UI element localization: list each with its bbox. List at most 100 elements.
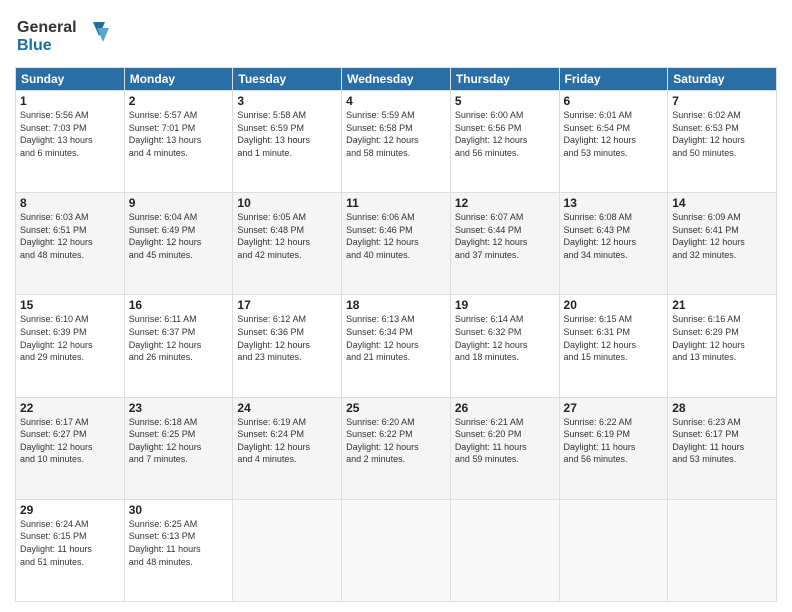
week-row-5: 29Sunrise: 6:24 AM Sunset: 6:15 PM Dayli…: [16, 499, 777, 601]
day-number: 19: [455, 298, 555, 312]
calendar-cell: 25Sunrise: 6:20 AM Sunset: 6:22 PM Dayli…: [342, 397, 451, 499]
day-number: 10: [237, 196, 337, 210]
day-number: 25: [346, 401, 446, 415]
calendar-cell: 20Sunrise: 6:15 AM Sunset: 6:31 PM Dayli…: [559, 295, 668, 397]
day-info: Sunrise: 5:57 AM Sunset: 7:01 PM Dayligh…: [129, 109, 229, 159]
day-info: Sunrise: 6:20 AM Sunset: 6:22 PM Dayligh…: [346, 416, 446, 466]
day-number: 12: [455, 196, 555, 210]
col-tuesday: Tuesday: [233, 68, 342, 91]
day-info: Sunrise: 6:15 AM Sunset: 6:31 PM Dayligh…: [564, 313, 664, 363]
calendar-cell: 18Sunrise: 6:13 AM Sunset: 6:34 PM Dayli…: [342, 295, 451, 397]
calendar-cell: 24Sunrise: 6:19 AM Sunset: 6:24 PM Dayli…: [233, 397, 342, 499]
day-number: 15: [20, 298, 120, 312]
calendar-cell: [342, 499, 451, 601]
week-row-1: 1Sunrise: 5:56 AM Sunset: 7:03 PM Daylig…: [16, 91, 777, 193]
day-info: Sunrise: 6:09 AM Sunset: 6:41 PM Dayligh…: [672, 211, 772, 261]
calendar-cell: 3Sunrise: 5:58 AM Sunset: 6:59 PM Daylig…: [233, 91, 342, 193]
day-number: 5: [455, 94, 555, 108]
day-number: 17: [237, 298, 337, 312]
calendar-cell: 29Sunrise: 6:24 AM Sunset: 6:15 PM Dayli…: [16, 499, 125, 601]
logo: General Blue: [15, 14, 110, 61]
day-number: 28: [672, 401, 772, 415]
calendar-cell: 19Sunrise: 6:14 AM Sunset: 6:32 PM Dayli…: [450, 295, 559, 397]
day-number: 3: [237, 94, 337, 108]
day-info: Sunrise: 6:05 AM Sunset: 6:48 PM Dayligh…: [237, 211, 337, 261]
day-number: 8: [20, 196, 120, 210]
day-info: Sunrise: 6:16 AM Sunset: 6:29 PM Dayligh…: [672, 313, 772, 363]
svg-text:General: General: [17, 19, 77, 36]
calendar-cell: 8Sunrise: 6:03 AM Sunset: 6:51 PM Daylig…: [16, 193, 125, 295]
day-info: Sunrise: 6:23 AM Sunset: 6:17 PM Dayligh…: [672, 416, 772, 466]
calendar-cell: [559, 499, 668, 601]
calendar-cell: [668, 499, 777, 601]
day-number: 9: [129, 196, 229, 210]
col-monday: Monday: [124, 68, 233, 91]
col-wednesday: Wednesday: [342, 68, 451, 91]
calendar-cell: 16Sunrise: 6:11 AM Sunset: 6:37 PM Dayli…: [124, 295, 233, 397]
calendar-cell: 23Sunrise: 6:18 AM Sunset: 6:25 PM Dayli…: [124, 397, 233, 499]
calendar-cell: 2Sunrise: 5:57 AM Sunset: 7:01 PM Daylig…: [124, 91, 233, 193]
day-info: Sunrise: 6:02 AM Sunset: 6:53 PM Dayligh…: [672, 109, 772, 159]
calendar-cell: 13Sunrise: 6:08 AM Sunset: 6:43 PM Dayli…: [559, 193, 668, 295]
svg-text:Blue: Blue: [17, 37, 52, 54]
day-number: 30: [129, 503, 229, 517]
day-number: 1: [20, 94, 120, 108]
day-number: 13: [564, 196, 664, 210]
day-info: Sunrise: 6:21 AM Sunset: 6:20 PM Dayligh…: [455, 416, 555, 466]
day-info: Sunrise: 6:01 AM Sunset: 6:54 PM Dayligh…: [564, 109, 664, 159]
day-info: Sunrise: 6:00 AM Sunset: 6:56 PM Dayligh…: [455, 109, 555, 159]
logo-text: General Blue: [15, 14, 110, 61]
day-number: 11: [346, 196, 446, 210]
calendar-cell: 22Sunrise: 6:17 AM Sunset: 6:27 PM Dayli…: [16, 397, 125, 499]
day-number: 16: [129, 298, 229, 312]
day-number: 29: [20, 503, 120, 517]
col-sunday: Sunday: [16, 68, 125, 91]
calendar-cell: 17Sunrise: 6:12 AM Sunset: 6:36 PM Dayli…: [233, 295, 342, 397]
col-friday: Friday: [559, 68, 668, 91]
week-row-2: 8Sunrise: 6:03 AM Sunset: 6:51 PM Daylig…: [16, 193, 777, 295]
calendar-cell: 15Sunrise: 6:10 AM Sunset: 6:39 PM Dayli…: [16, 295, 125, 397]
day-number: 27: [564, 401, 664, 415]
calendar-cell: 1Sunrise: 5:56 AM Sunset: 7:03 PM Daylig…: [16, 91, 125, 193]
calendar-cell: 6Sunrise: 6:01 AM Sunset: 6:54 PM Daylig…: [559, 91, 668, 193]
day-info: Sunrise: 6:18 AM Sunset: 6:25 PM Dayligh…: [129, 416, 229, 466]
day-info: Sunrise: 6:06 AM Sunset: 6:46 PM Dayligh…: [346, 211, 446, 261]
day-number: 23: [129, 401, 229, 415]
day-number: 18: [346, 298, 446, 312]
calendar-cell: 28Sunrise: 6:23 AM Sunset: 6:17 PM Dayli…: [668, 397, 777, 499]
calendar-page: General Blue Sunday Monday Tuesday Wedne…: [0, 0, 792, 612]
day-info: Sunrise: 5:58 AM Sunset: 6:59 PM Dayligh…: [237, 109, 337, 159]
day-number: 4: [346, 94, 446, 108]
day-info: Sunrise: 6:17 AM Sunset: 6:27 PM Dayligh…: [20, 416, 120, 466]
col-thursday: Thursday: [450, 68, 559, 91]
week-row-4: 22Sunrise: 6:17 AM Sunset: 6:27 PM Dayli…: [16, 397, 777, 499]
day-number: 2: [129, 94, 229, 108]
calendar-cell: 27Sunrise: 6:22 AM Sunset: 6:19 PM Dayli…: [559, 397, 668, 499]
day-info: Sunrise: 6:24 AM Sunset: 6:15 PM Dayligh…: [20, 518, 120, 568]
calendar-cell: 30Sunrise: 6:25 AM Sunset: 6:13 PM Dayli…: [124, 499, 233, 601]
day-info: Sunrise: 6:10 AM Sunset: 6:39 PM Dayligh…: [20, 313, 120, 363]
day-info: Sunrise: 6:13 AM Sunset: 6:34 PM Dayligh…: [346, 313, 446, 363]
day-info: Sunrise: 6:22 AM Sunset: 6:19 PM Dayligh…: [564, 416, 664, 466]
calendar-cell: 26Sunrise: 6:21 AM Sunset: 6:20 PM Dayli…: [450, 397, 559, 499]
calendar-cell: 9Sunrise: 6:04 AM Sunset: 6:49 PM Daylig…: [124, 193, 233, 295]
day-info: Sunrise: 5:56 AM Sunset: 7:03 PM Dayligh…: [20, 109, 120, 159]
day-number: 7: [672, 94, 772, 108]
header: General Blue: [15, 10, 777, 61]
day-number: 22: [20, 401, 120, 415]
col-saturday: Saturday: [668, 68, 777, 91]
calendar-cell: [233, 499, 342, 601]
day-info: Sunrise: 6:19 AM Sunset: 6:24 PM Dayligh…: [237, 416, 337, 466]
calendar-cell: 7Sunrise: 6:02 AM Sunset: 6:53 PM Daylig…: [668, 91, 777, 193]
day-info: Sunrise: 6:04 AM Sunset: 6:49 PM Dayligh…: [129, 211, 229, 261]
calendar-cell: 11Sunrise: 6:06 AM Sunset: 6:46 PM Dayli…: [342, 193, 451, 295]
calendar-cell: 14Sunrise: 6:09 AM Sunset: 6:41 PM Dayli…: [668, 193, 777, 295]
day-number: 24: [237, 401, 337, 415]
calendar-cell: 12Sunrise: 6:07 AM Sunset: 6:44 PM Dayli…: [450, 193, 559, 295]
day-info: Sunrise: 6:07 AM Sunset: 6:44 PM Dayligh…: [455, 211, 555, 261]
day-number: 14: [672, 196, 772, 210]
calendar-table: Sunday Monday Tuesday Wednesday Thursday…: [15, 67, 777, 602]
day-number: 21: [672, 298, 772, 312]
calendar-cell: 5Sunrise: 6:00 AM Sunset: 6:56 PM Daylig…: [450, 91, 559, 193]
calendar-cell: 10Sunrise: 6:05 AM Sunset: 6:48 PM Dayli…: [233, 193, 342, 295]
